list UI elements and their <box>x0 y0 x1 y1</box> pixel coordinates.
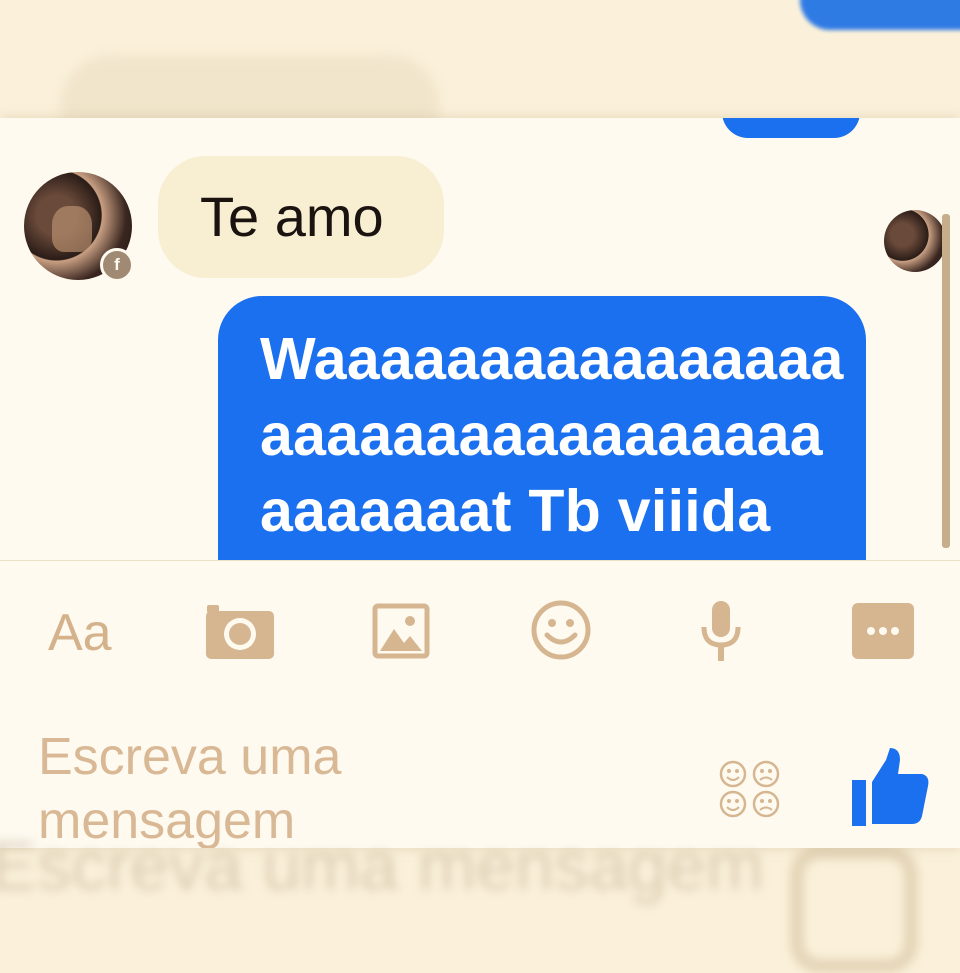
more-icon[interactable] <box>852 603 914 659</box>
background-blur <box>800 0 960 30</box>
sent-message-line: Waaaaaaaaaaaaaaaa <box>260 326 844 392</box>
scrollbar[interactable] <box>942 214 950 548</box>
microphone-icon[interactable] <box>698 599 744 663</box>
background-placeholder-echo: Escreva uma mensagem <box>0 827 765 905</box>
sent-message-line: aaaaaaat Tb viiida <box>260 478 771 544</box>
message-thread[interactable]: f Te amo Waaaaaaaaaaaaaaaa aaaaaaaaaaaaa… <box>0 118 960 560</box>
sent-message-line: aaaaaaaaaaaaaaaaa <box>260 402 823 468</box>
composer-toolbar: Aa <box>0 561 960 681</box>
composer: Escreva uma mensagem <box>0 681 960 848</box>
background-blur <box>790 845 918 973</box>
gallery-icon[interactable] <box>372 603 430 659</box>
stickers-icon[interactable] <box>718 759 782 819</box>
emoji-icon[interactable] <box>530 599 592 661</box>
facebook-badge-icon: f <box>100 248 134 282</box>
read-receipt-avatar <box>884 210 946 272</box>
previous-sent-bubble[interactable] <box>722 118 860 138</box>
sent-message-bubble[interactable]: Waaaaaaaaaaaaaaaa aaaaaaaaaaaaaaaaa aaaa… <box>218 296 866 560</box>
background-blur: Escreva uma mensagem <box>0 830 764 902</box>
messenger-screen: f Te amo Waaaaaaaaaaaaaaaa aaaaaaaaaaaaa… <box>0 118 960 848</box>
camera-icon[interactable] <box>204 601 276 661</box>
received-message-bubble[interactable]: Te amo <box>158 156 444 278</box>
text-icon[interactable]: Aa <box>48 605 112 661</box>
like-icon[interactable] <box>850 746 932 828</box>
